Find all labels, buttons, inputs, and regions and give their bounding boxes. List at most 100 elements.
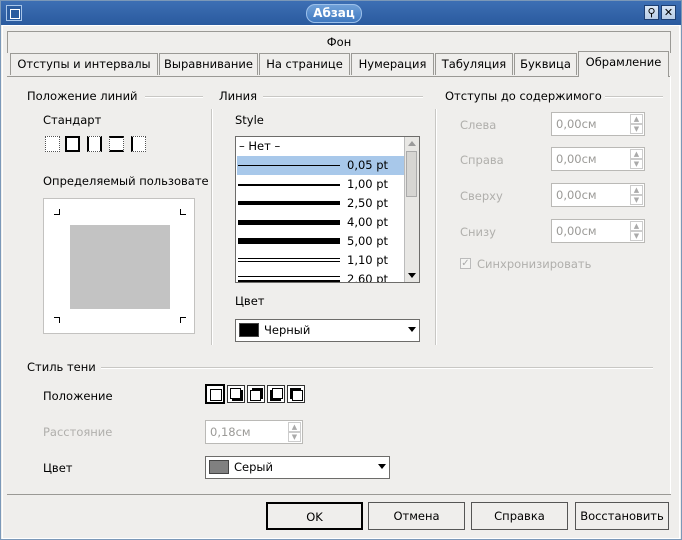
shadow-none-icon[interactable]	[205, 384, 225, 404]
line-sample	[238, 276, 340, 277]
scroll-down-icon[interactable]	[408, 273, 416, 278]
window-title: Абзац	[306, 4, 362, 23]
spin-down-icon[interactable]: ▼	[630, 159, 643, 169]
list-item[interactable]: 0,05 pt	[237, 156, 405, 175]
list-item[interactable]: – Нет –	[237, 137, 405, 156]
list-item[interactable]: 5,00 pt	[237, 232, 405, 251]
spin-up-icon[interactable]: ▲	[630, 185, 643, 195]
shadow-distance-field[interactable]: 0,18см ▲ ▼	[205, 420, 303, 444]
separator	[263, 96, 423, 98]
spin-down-icon[interactable]: ▼	[288, 432, 301, 442]
tab-text-flow[interactable]: На странице	[259, 53, 350, 75]
list-item[interactable]: 2,50 pt	[237, 194, 405, 213]
line-sample	[238, 165, 340, 166]
shadow-bottom-left-icon[interactable]	[267, 385, 285, 403]
scroll-thumb[interactable]	[406, 151, 417, 197]
line-sample	[238, 220, 340, 225]
shadow-distance-label: Расстояние	[43, 425, 113, 439]
tab-borders[interactable]: Обрамление	[578, 51, 669, 77]
tab-panel-bottom	[7, 494, 671, 495]
tab-indents-spacing[interactable]: Отступы и интервалы	[10, 53, 158, 75]
pin-icon[interactable]: ⚲	[644, 5, 659, 20]
reset-button[interactable]: Восстановить	[575, 502, 669, 530]
preset-left-right-icon[interactable]	[87, 136, 102, 152]
spin-up-icon[interactable]: ▲	[630, 114, 643, 124]
shadow-title: Стиль тени	[27, 360, 96, 374]
tab-panel-edge	[670, 76, 671, 495]
line-sample	[238, 184, 340, 186]
spacing-left-label: Слева	[460, 118, 497, 132]
ok-button[interactable]: OK	[266, 502, 363, 530]
list-scrollbar[interactable]	[404, 137, 419, 282]
tab-panel-border	[7, 76, 671, 77]
line-style-list[interactable]: – Нет – 0,05 pt 1,00 pt 2,50 pt 4,00 pt …	[235, 136, 420, 283]
shadow-position-label: Положение	[43, 389, 113, 403]
window-menu-icon[interactable]	[6, 5, 22, 21]
title-bar: Абзац ⚲ ✕	[1, 1, 681, 25]
spacing-bottom-label: Снизу	[460, 225, 496, 239]
chevron-down-icon	[378, 464, 386, 469]
line-sample	[238, 280, 340, 282]
line-title: Линия	[219, 89, 258, 103]
preset-left-icon[interactable]	[131, 136, 146, 152]
spacing-right-field[interactable]: 0,00см ▲ ▼	[551, 147, 645, 171]
corner-mark	[54, 209, 60, 215]
style-label: Style	[235, 113, 264, 127]
corner-mark	[180, 209, 186, 215]
cancel-button[interactable]: Отмена	[368, 502, 465, 530]
tab-numbering[interactable]: Нумерация	[351, 53, 434, 75]
spacing-left-field[interactable]: 0,00см ▲ ▼	[551, 112, 645, 136]
spacing-title: Отступы до содержимого	[445, 89, 602, 103]
help-button[interactable]: Справка	[471, 502, 568, 530]
shadow-top-left-icon[interactable]	[287, 385, 305, 403]
shadow-color-label: Цвет	[43, 461, 73, 475]
list-item[interactable]: 1,10 pt	[237, 251, 405, 270]
preset-box-icon[interactable]	[65, 136, 80, 152]
sync-checkbox[interactable]: ✓	[460, 258, 471, 269]
preset-top-bottom-icon[interactable]	[109, 136, 124, 152]
separator-vertical	[211, 109, 213, 345]
spin-up-icon[interactable]: ▲	[630, 149, 643, 159]
spin-down-icon[interactable]: ▼	[630, 124, 643, 134]
corner-mark	[180, 317, 186, 323]
list-item[interactable]: 1,00 pt	[237, 175, 405, 194]
preset-none-icon[interactable]	[45, 136, 60, 152]
color-swatch	[209, 460, 229, 474]
user-defined-border-preview[interactable]	[43, 198, 195, 334]
shadow-bottom-right-icon[interactable]	[227, 385, 245, 403]
sync-label: Синхронизировать	[477, 257, 592, 271]
spin-down-icon[interactable]: ▼	[630, 195, 643, 205]
line-arrangement-title: Положение линий	[27, 89, 138, 103]
spin-down-icon[interactable]: ▼	[630, 231, 643, 241]
spacing-bottom-field[interactable]: 0,00см ▲ ▼	[551, 219, 645, 243]
separator	[605, 96, 663, 98]
list-item[interactable]: 4,00 pt	[237, 213, 405, 232]
user-defined-label: Определяемый пользовате	[43, 174, 209, 188]
line-color-select[interactable]: Черный	[235, 319, 420, 342]
spin-up-icon[interactable]: ▲	[288, 422, 301, 432]
separator	[145, 96, 203, 98]
chevron-down-icon	[408, 327, 416, 332]
spin-up-icon[interactable]: ▲	[630, 221, 643, 231]
line-sample	[238, 261, 340, 262]
scroll-up-icon[interactable]	[408, 141, 416, 146]
line-sample	[238, 201, 340, 205]
corner-mark	[54, 317, 60, 323]
separator-vertical	[435, 109, 437, 345]
spacing-top-field[interactable]: 0,00см ▲ ▼	[551, 183, 645, 207]
color-swatch	[239, 323, 259, 337]
tab-alignment[interactable]: Выравнивание	[159, 53, 258, 75]
separator	[101, 367, 653, 369]
tab-background[interactable]: Фон	[7, 31, 671, 53]
list-item[interactable]: 2,60 pt	[237, 270, 405, 282]
line-color-label: Цвет	[235, 294, 265, 308]
default-label: Стандарт	[43, 113, 102, 127]
tab-drop-caps[interactable]: Буквица	[514, 53, 577, 75]
line-sample	[238, 258, 340, 259]
shadow-top-right-icon[interactable]	[247, 385, 265, 403]
line-sample	[238, 238, 340, 244]
shadow-color-select[interactable]: Серый	[205, 456, 390, 479]
dialog-window: Абзац ⚲ ✕ Фон Отступы и интервалы Выравн…	[0, 0, 682, 540]
tab-tabs[interactable]: Табуляция	[435, 53, 513, 75]
close-icon[interactable]: ✕	[661, 5, 676, 20]
